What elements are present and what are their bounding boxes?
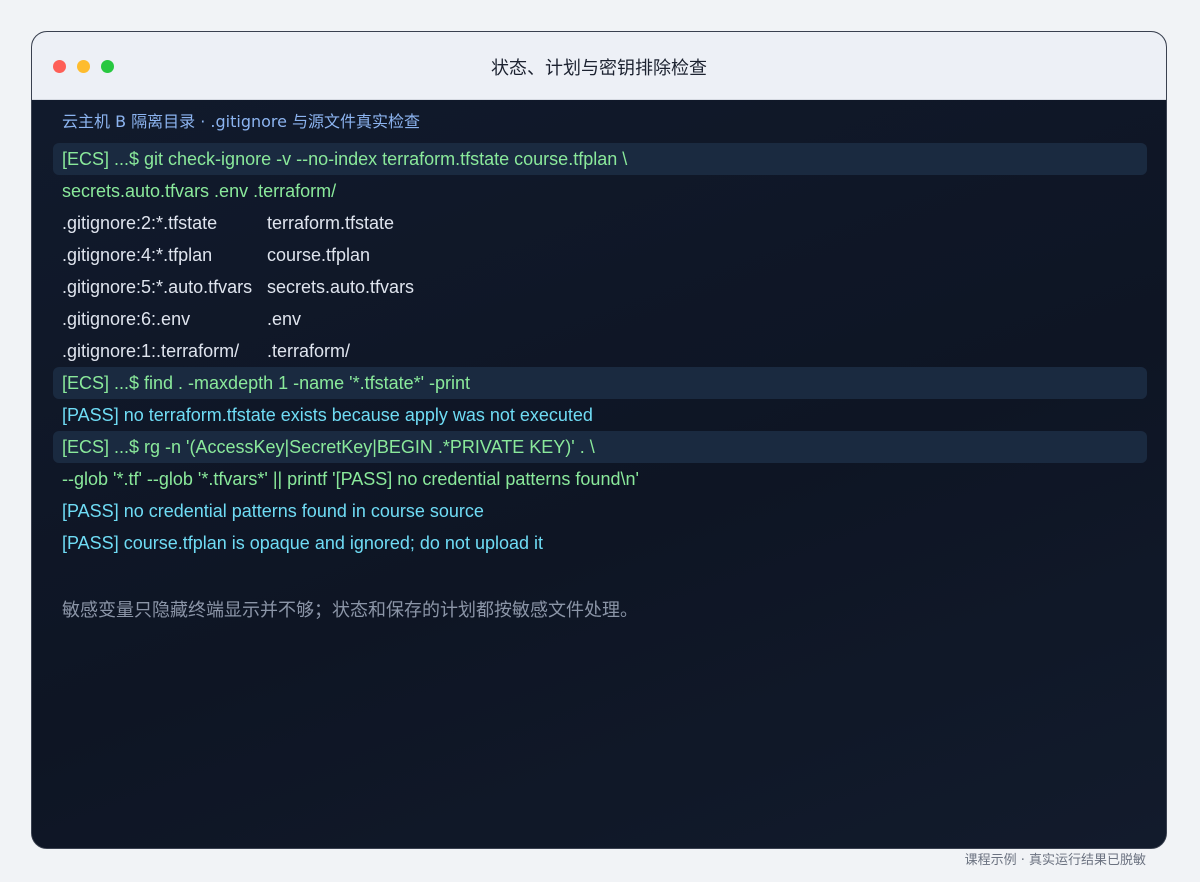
ignored-path: terraform.tfstate [267, 213, 395, 233]
pass-line: [PASS] no credential patterns found in c… [62, 501, 484, 521]
terminal-note: 敏感变量只隐藏终端显示并不够；状态和保存的计划都按敏感文件处理。 [62, 600, 638, 621]
command-continuation: --glob '*.tf' --glob '*.tfvars*' || prin… [62, 469, 639, 489]
window-title: 状态、计划与密钥排除检查 [491, 58, 707, 79]
command-line: [ECS] ...$ rg -n '(AccessKey|SecretKey|B… [53, 431, 1147, 463]
ignore-rule: .gitignore:2:*.tfstate [62, 213, 218, 233]
output-line: .gitignore:6:.env .env [53, 303, 1147, 335]
output-line: .gitignore:5:*.auto.tfvars secrets.auto.t… [53, 271, 1147, 303]
title-bar: 状态、计划与密钥排除检查 [32, 32, 1166, 100]
ignore-rule: .gitignore:1:.terraform/ [62, 341, 240, 361]
output-line: .gitignore:4:*.tfplan course.tfplan [53, 239, 1147, 271]
footer-caption: 课程示例 · 真实运行结果已脱敏 [964, 853, 1146, 868]
terminal-output: [ECS] ...$ git check-ignore -v --no-inde… [53, 143, 1147, 559]
ignored-path: course.tfplan [267, 245, 371, 265]
command-continuation: secrets.auto.tfvars .env .terraform/ [62, 181, 337, 201]
terminal-window: 状态、计划与密钥排除检查 云主机 B 隔离目录 · .gitignore 与源文… [31, 31, 1167, 849]
ignored-path: .env [267, 309, 302, 329]
ignored-path: secrets.auto.tfvars [267, 277, 415, 297]
ignore-rule: .gitignore:4:*.tfplan [62, 245, 213, 265]
pass-line: [PASS] no terraform.tfstate exists becau… [62, 405, 593, 425]
ignore-rule: .gitignore:6:.env [62, 309, 191, 329]
pass-line: [PASS] course.tfplan is opaque and ignor… [62, 533, 543, 553]
terminal-subtitle: 云主机 B 隔离目录 · .gitignore 与源文件真实检查 [62, 112, 421, 131]
ignore-rule: .gitignore:5:*.auto.tfvars [62, 277, 253, 297]
ignored-path: .terraform/ [267, 341, 351, 361]
output-line: .gitignore:1:.terraform/ .terraform/ [53, 335, 1147, 367]
command-line: [ECS] ...$ find . -maxdepth 1 -name '*.t… [53, 367, 1147, 399]
terminal-body[interactable]: 云主机 B 隔离目录 · .gitignore 与源文件真实检查 [ECS] .… [32, 100, 1166, 848]
command-line: [ECS] ...$ git check-ignore -v --no-inde… [53, 143, 1147, 175]
output-line: .gitignore:2:*.tfstate terraform.tfstate [53, 207, 1147, 239]
